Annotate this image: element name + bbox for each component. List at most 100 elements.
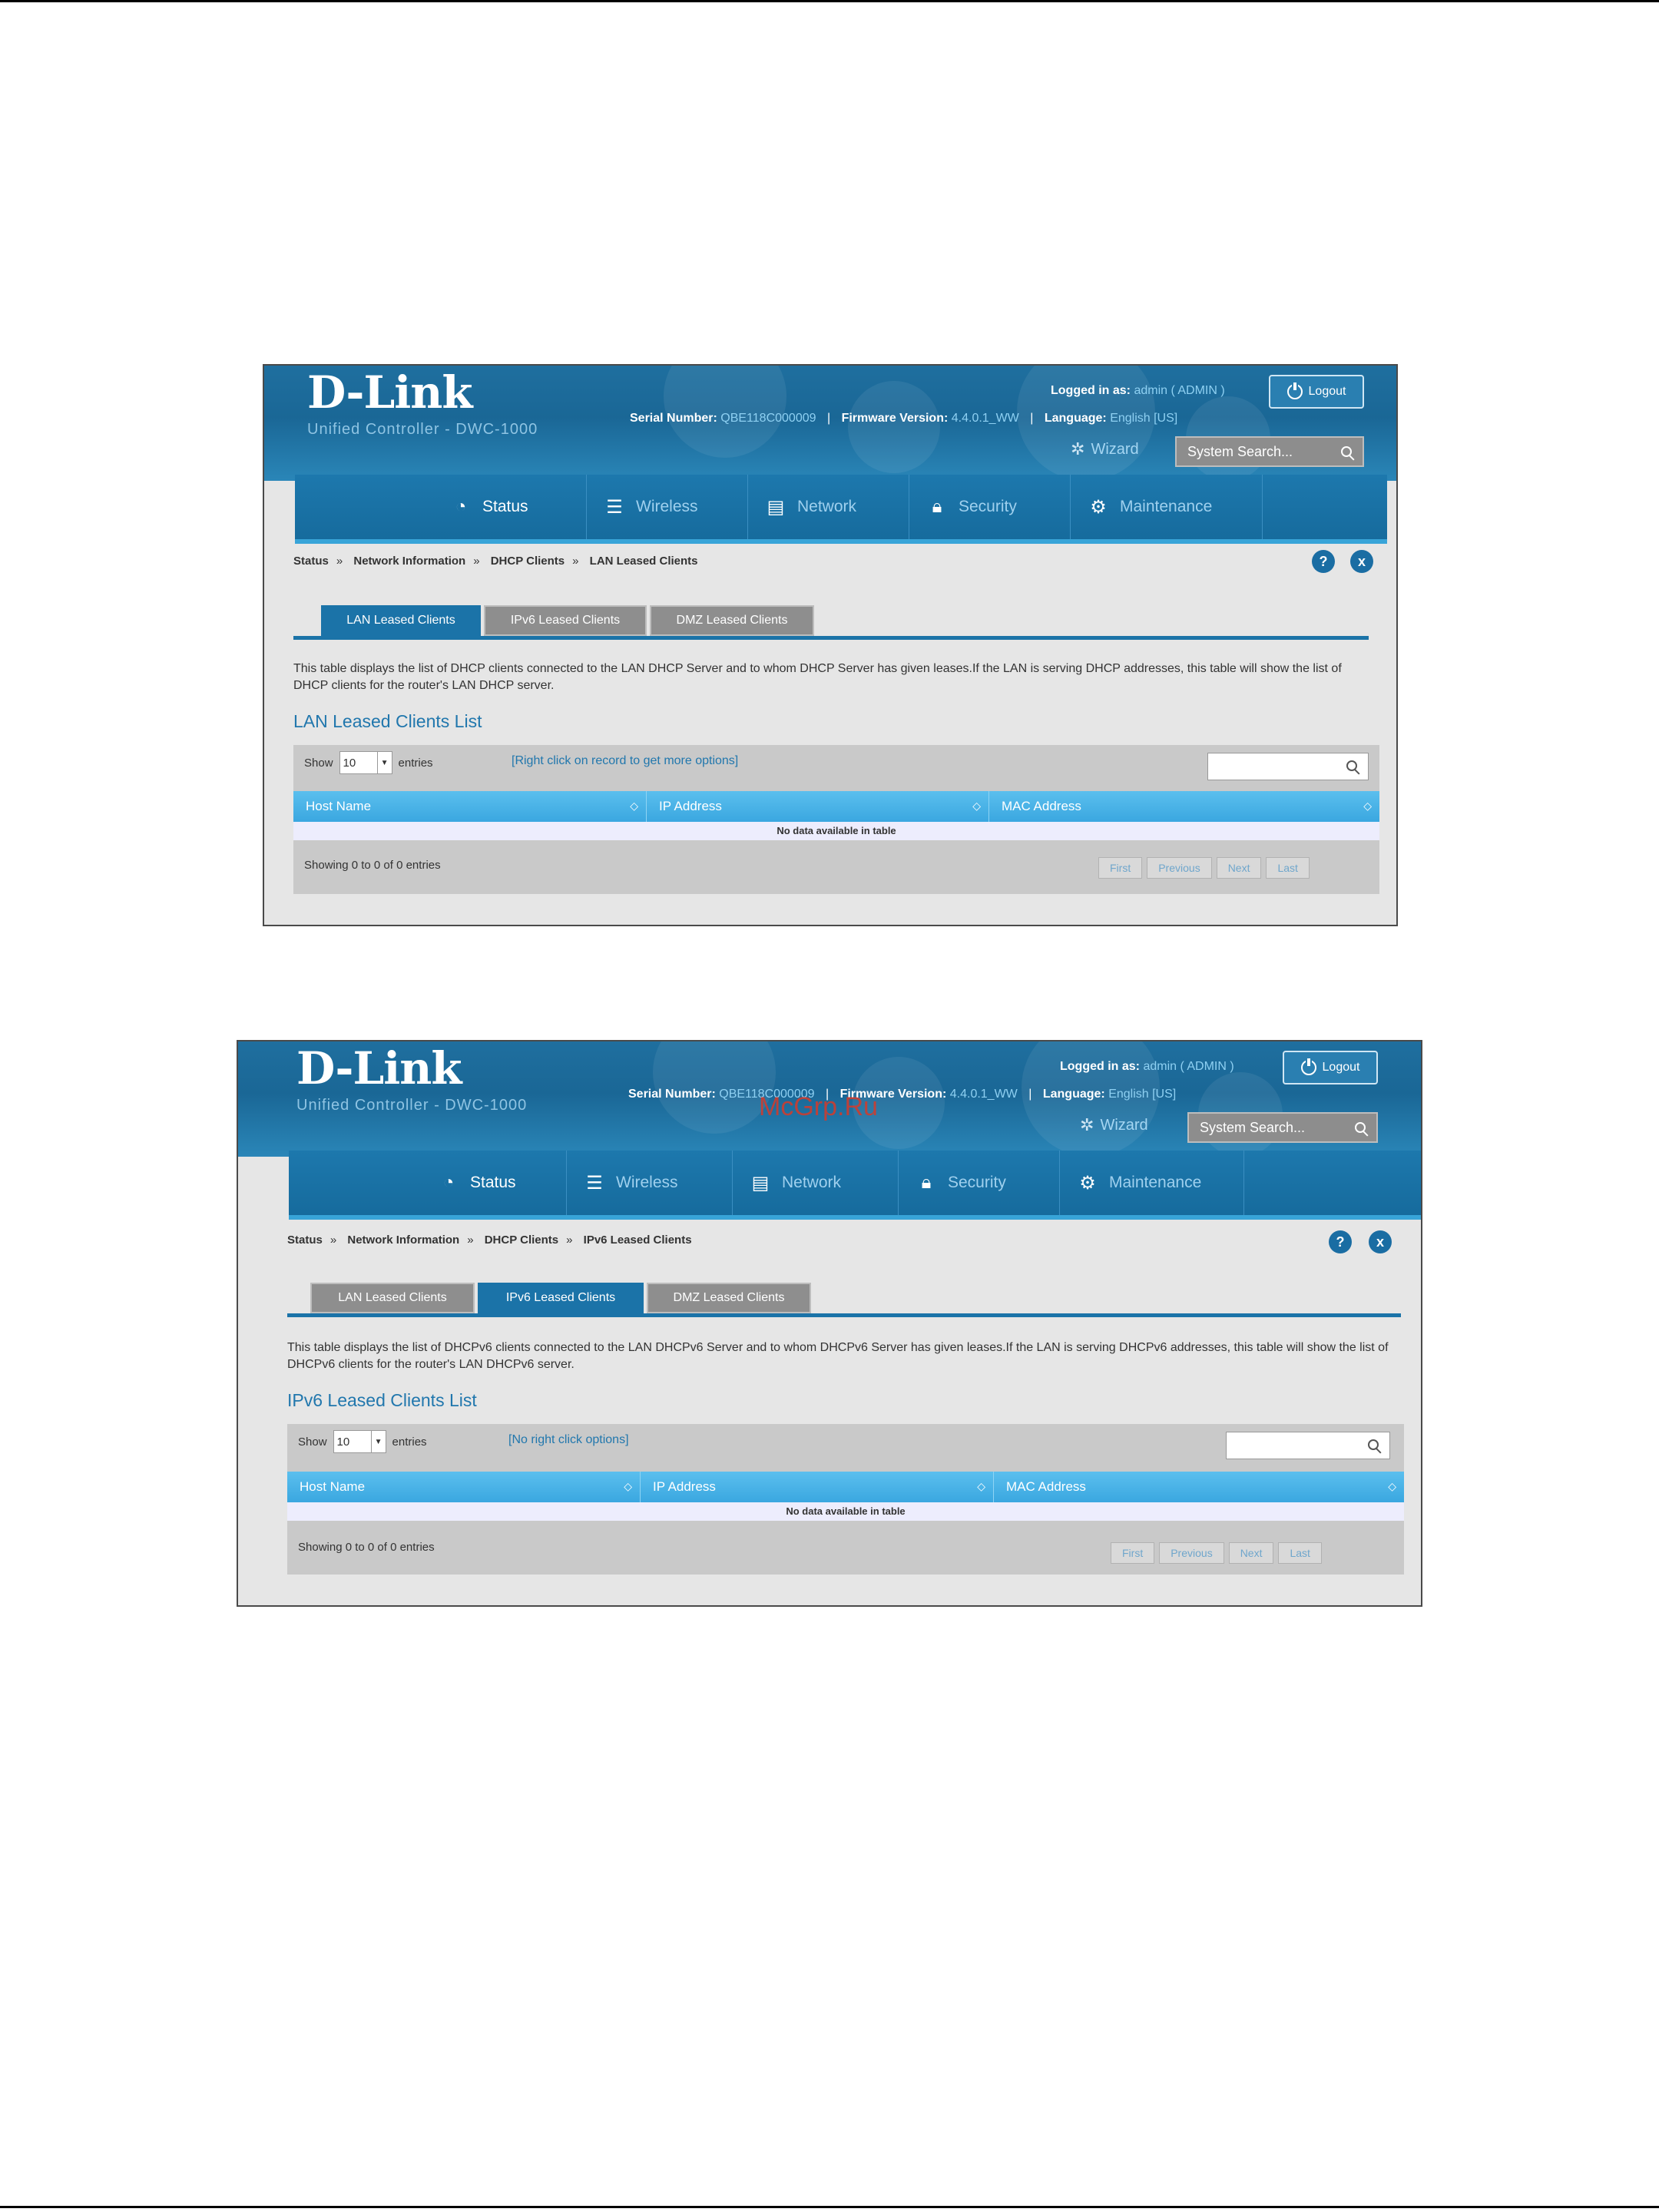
network-icon: ▤ <box>751 1172 770 1194</box>
nav-status[interactable]: ◔ Status <box>421 1151 567 1215</box>
gauge-icon: ◔ <box>455 496 467 517</box>
nav-maintenance[interactable]: ⚙ Maintenance <box>1060 1151 1244 1215</box>
table-search-input[interactable] <box>1207 753 1369 780</box>
breadcrumb-item[interactable]: Network Information <box>347 1233 459 1247</box>
table-header: Host Name ◇ IP Address ◇ MAC Address ◇ <box>287 1472 1404 1502</box>
table-header: Host Name ◇ IP Address ◇ MAC Address ◇ <box>293 791 1379 822</box>
breadcrumb-item[interactable]: Network Information <box>353 555 465 568</box>
gear-icon: ⚙ <box>1090 496 1107 518</box>
empty-table-row: No data available in table <box>293 822 1379 840</box>
page-size-select[interactable]: 10 <box>333 1430 372 1453</box>
logged-in-user-link[interactable]: admin ( ADMIN ) <box>1143 1060 1233 1073</box>
previous-page-button[interactable]: Previous <box>1147 857 1212 879</box>
logout-button[interactable]: Logout <box>1269 375 1364 409</box>
wifi-icon: ☰ <box>586 1172 603 1194</box>
breadcrumb-item: IPv6 Leased Clients <box>583 1233 692 1247</box>
tab-ipv6-leased-clients[interactable]: IPv6 Leased Clients <box>478 1283 644 1313</box>
help-icon[interactable]: ? <box>1312 550 1335 573</box>
product-name: Unified Controller - DWC-1000 <box>307 421 538 438</box>
dropdown-arrow-icon[interactable]: ▼ <box>376 751 392 774</box>
page-size-control: Show 10 ▼ entries <box>298 1430 427 1453</box>
tab-lan-leased-clients[interactable]: LAN Leased Clients <box>321 605 481 636</box>
wizard-link[interactable]: ✲ Wizard <box>1071 439 1139 459</box>
nav-status[interactable]: ◔ Status <box>433 475 587 539</box>
tab-lan-leased-clients[interactable]: LAN Leased Clients <box>310 1283 475 1313</box>
first-page-button[interactable]: First <box>1111 1542 1155 1564</box>
logged-in-info: Logged in as: admin ( ADMIN ) <box>1060 1060 1234 1073</box>
close-icon[interactable]: x <box>1350 550 1373 573</box>
logged-in-user-link[interactable]: admin ( ADMIN ) <box>1134 384 1224 397</box>
breadcrumb-item[interactable]: DHCP Clients <box>485 1233 558 1247</box>
next-page-button[interactable]: Next <box>1228 1542 1274 1564</box>
language-link[interactable]: English [US] <box>1108 1088 1176 1101</box>
lock-icon: 🔒︎ <box>921 1172 932 1193</box>
breadcrumb-item[interactable]: Status <box>293 555 329 568</box>
search-icon <box>1368 1439 1379 1450</box>
help-icon[interactable]: ? <box>1329 1230 1352 1253</box>
breadcrumb-item[interactable]: Status <box>287 1233 323 1247</box>
page-size-select[interactable]: 10 <box>339 751 378 774</box>
tab-dmz-leased-clients[interactable]: DMZ Leased Clients <box>650 605 814 636</box>
gauge-icon: ◔ <box>442 1172 455 1193</box>
header: D-Link Unified Controller - DWC-1000 Log… <box>264 366 1396 481</box>
first-page-button[interactable]: First <box>1098 857 1143 879</box>
system-search-input[interactable]: System Search... <box>1175 436 1364 467</box>
next-page-button[interactable]: Next <box>1216 857 1262 879</box>
list-title: IPv6 Leased Clients List <box>287 1390 477 1410</box>
power-icon <box>1286 382 1303 399</box>
sort-icon: ◇ <box>1363 800 1372 812</box>
column-host-name[interactable]: Host Name ◇ <box>287 1472 641 1502</box>
page-description: This table displays the list of DHCPv6 c… <box>287 1341 1389 1371</box>
lock-icon: 🔒︎ <box>932 496 942 517</box>
nav-network[interactable]: ▤ Network <box>733 1151 899 1215</box>
nav-maintenance[interactable]: ⚙ Maintenance <box>1071 475 1263 539</box>
breadcrumb: Status» Network Information» DHCP Client… <box>287 1233 692 1247</box>
logout-button[interactable]: Logout <box>1283 1051 1378 1084</box>
table-info: Showing 0 to 0 of 0 entries <box>304 859 441 872</box>
column-mac-address[interactable]: MAC Address ◇ <box>989 791 1379 822</box>
watermark: McGrp.Ru <box>759 1092 878 1121</box>
previous-page-button[interactable]: Previous <box>1159 1542 1224 1564</box>
close-icon[interactable]: x <box>1369 1230 1392 1253</box>
last-page-button[interactable]: Last <box>1278 1542 1322 1564</box>
nav-security[interactable]: 🔒︎ Security <box>909 475 1071 539</box>
device-info: Serial Number: QBE118C000009 | Firmware … <box>628 1088 1177 1101</box>
top-rule <box>0 0 1659 2</box>
search-icon <box>1346 760 1357 771</box>
page-size-control: Show 10 ▼ entries <box>304 751 433 774</box>
dropdown-arrow-icon[interactable]: ▼ <box>370 1430 386 1453</box>
pagination: First Previous Next Last <box>1098 857 1310 879</box>
tab-bar: LAN Leased Clients IPv6 Leased Clients D… <box>310 1283 1386 1313</box>
table-search-input[interactable] <box>1226 1432 1390 1459</box>
column-mac-address[interactable]: MAC Address ◇ <box>994 1472 1404 1502</box>
nav-wireless[interactable]: ☰ Wireless <box>587 475 748 539</box>
dlink-logo: D-Link <box>307 366 473 419</box>
breadcrumb-item[interactable]: DHCP Clients <box>491 555 565 568</box>
tab-underline <box>287 1313 1401 1317</box>
main-nav: ◔ Status ☰ Wireless ▤ Network 🔒︎ Security ⚙ M… <box>289 1151 1421 1220</box>
tab-dmz-leased-clients[interactable]: DMZ Leased Clients <box>647 1283 811 1313</box>
gear-icon: ⚙ <box>1079 1172 1096 1194</box>
device-info: Serial Number: QBE118C000009 | Firmware … <box>630 412 1178 425</box>
list-title: LAN Leased Clients List <box>293 711 482 731</box>
language-link[interactable]: English [US] <box>1110 412 1177 425</box>
screenshot-ipv6-leased-clients: D-Link Unified Controller - DWC-1000 Log… <box>237 1040 1422 1607</box>
wizard-link[interactable]: ✲ Wizard <box>1080 1115 1148 1135</box>
pagination: First Previous Next Last <box>1111 1542 1322 1564</box>
nav-wireless[interactable]: ☰ Wireless <box>567 1151 733 1215</box>
table-hint: [No right click options] <box>508 1433 629 1446</box>
nav-network[interactable]: ▤ Network <box>748 475 909 539</box>
tab-ipv6-leased-clients[interactable]: IPv6 Leased Clients <box>484 605 647 636</box>
breadcrumb: Status» Network Information» DHCP Client… <box>293 555 698 568</box>
wand-icon: ✲ <box>1071 439 1085 459</box>
column-ip-address[interactable]: IP Address ◇ <box>641 1472 994 1502</box>
wifi-icon: ☰ <box>606 496 623 518</box>
bottom-rule <box>0 2206 1659 2208</box>
last-page-button[interactable]: Last <box>1266 857 1310 879</box>
logged-in-info: Logged in as: admin ( ADMIN ) <box>1051 384 1225 397</box>
nav-security[interactable]: 🔒︎ Security <box>899 1151 1060 1215</box>
system-search-input[interactable]: System Search... <box>1187 1112 1378 1143</box>
column-host-name[interactable]: Host Name ◇ <box>293 791 647 822</box>
sort-icon: ◇ <box>977 1480 985 1492</box>
column-ip-address[interactable]: IP Address ◇ <box>647 791 989 822</box>
